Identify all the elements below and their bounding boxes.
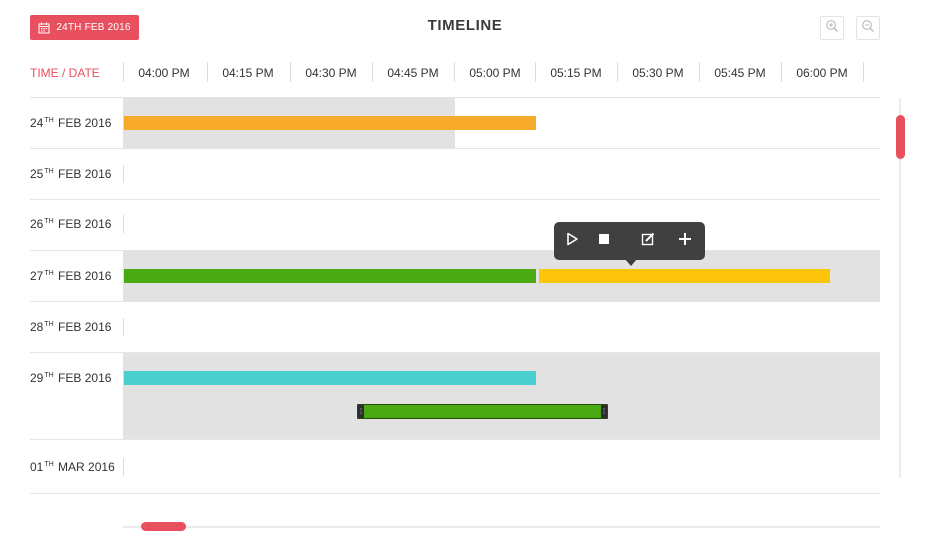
timeline-axis-header: TIME / DATE 04:00 PM 04:15 PM 04:30 PM 0… (30, 58, 880, 86)
page-title: TIMELINE (427, 17, 503, 34)
task-bar[interactable] (124, 269, 536, 283)
task-bar[interactable] (124, 116, 536, 130)
zoom-in-icon (825, 19, 839, 38)
time-tick: 04:00 PM (138, 66, 190, 80)
task-bar[interactable] (124, 371, 536, 385)
row-date-label: 24TH FEB 2016 (30, 116, 112, 130)
row-date-label: 27TH FEB 2016 (30, 269, 112, 283)
zoom-out-button[interactable] (856, 16, 880, 40)
zoom-out-icon (861, 19, 875, 38)
time-tick: 05:00 PM (469, 66, 521, 80)
row-date-label: 01TH MAR 2016 (30, 460, 115, 474)
time-tick: 05:15 PM (550, 66, 602, 80)
row-date-label: 29TH FEB 2016 (30, 371, 112, 385)
horizontal-scrollbar-track[interactable] (123, 526, 880, 528)
play-icon (565, 232, 579, 251)
resize-handle-left[interactable]: ⁞ (358, 405, 364, 418)
row-separator (123, 165, 124, 183)
timeline-row: 29TH FEB 2016 ⁞ ⁞ (30, 353, 880, 440)
toolbar-pointer (624, 258, 638, 266)
row-separator (123, 318, 124, 336)
time-tick: 05:30 PM (632, 66, 684, 80)
timeline-row: 27TH FEB 2016 (30, 251, 880, 302)
selected-task-bar[interactable]: ⁞ ⁞ (357, 404, 608, 419)
row-date-label: 28TH FEB 2016 (30, 320, 112, 334)
plus-icon (678, 232, 692, 251)
row-date-label: 26TH FEB 2016 (30, 217, 112, 231)
resize-handle-right[interactable]: ⁞ (601, 405, 607, 418)
stop-button[interactable] (594, 231, 614, 251)
timeline-row: 26TH FEB 2016 (30, 200, 880, 251)
row-separator (123, 458, 124, 476)
edit-button[interactable] (638, 231, 658, 251)
stop-icon (598, 232, 610, 250)
timeline-row: 01TH MAR 2016 (30, 440, 880, 494)
time-tick: 04:15 PM (222, 66, 274, 80)
task-action-toolbar (554, 222, 705, 266)
add-button[interactable] (675, 231, 695, 251)
time-date-label: TIME / DATE (30, 66, 100, 80)
highlight-range (123, 353, 880, 439)
timeline-row: 28TH FEB 2016 (30, 302, 880, 353)
horizontal-scrollbar-thumb[interactable] (141, 522, 186, 531)
vertical-scrollbar-thumb[interactable] (896, 115, 905, 159)
time-tick: 06:00 PM (796, 66, 848, 80)
row-date-label: 25TH FEB 2016 (30, 167, 112, 181)
time-tick: 04:30 PM (305, 66, 357, 80)
edit-icon (641, 232, 655, 251)
timeline-row: 24TH FEB 2016 (30, 98, 880, 149)
play-button[interactable] (562, 231, 582, 251)
time-tick: 05:45 PM (714, 66, 766, 80)
task-bar[interactable] (539, 269, 830, 283)
timeline-row: 25TH FEB 2016 (30, 149, 880, 200)
zoom-in-button[interactable] (820, 16, 844, 40)
time-tick: 04:45 PM (387, 66, 439, 80)
row-separator (123, 215, 124, 233)
tick-separator (863, 62, 864, 82)
